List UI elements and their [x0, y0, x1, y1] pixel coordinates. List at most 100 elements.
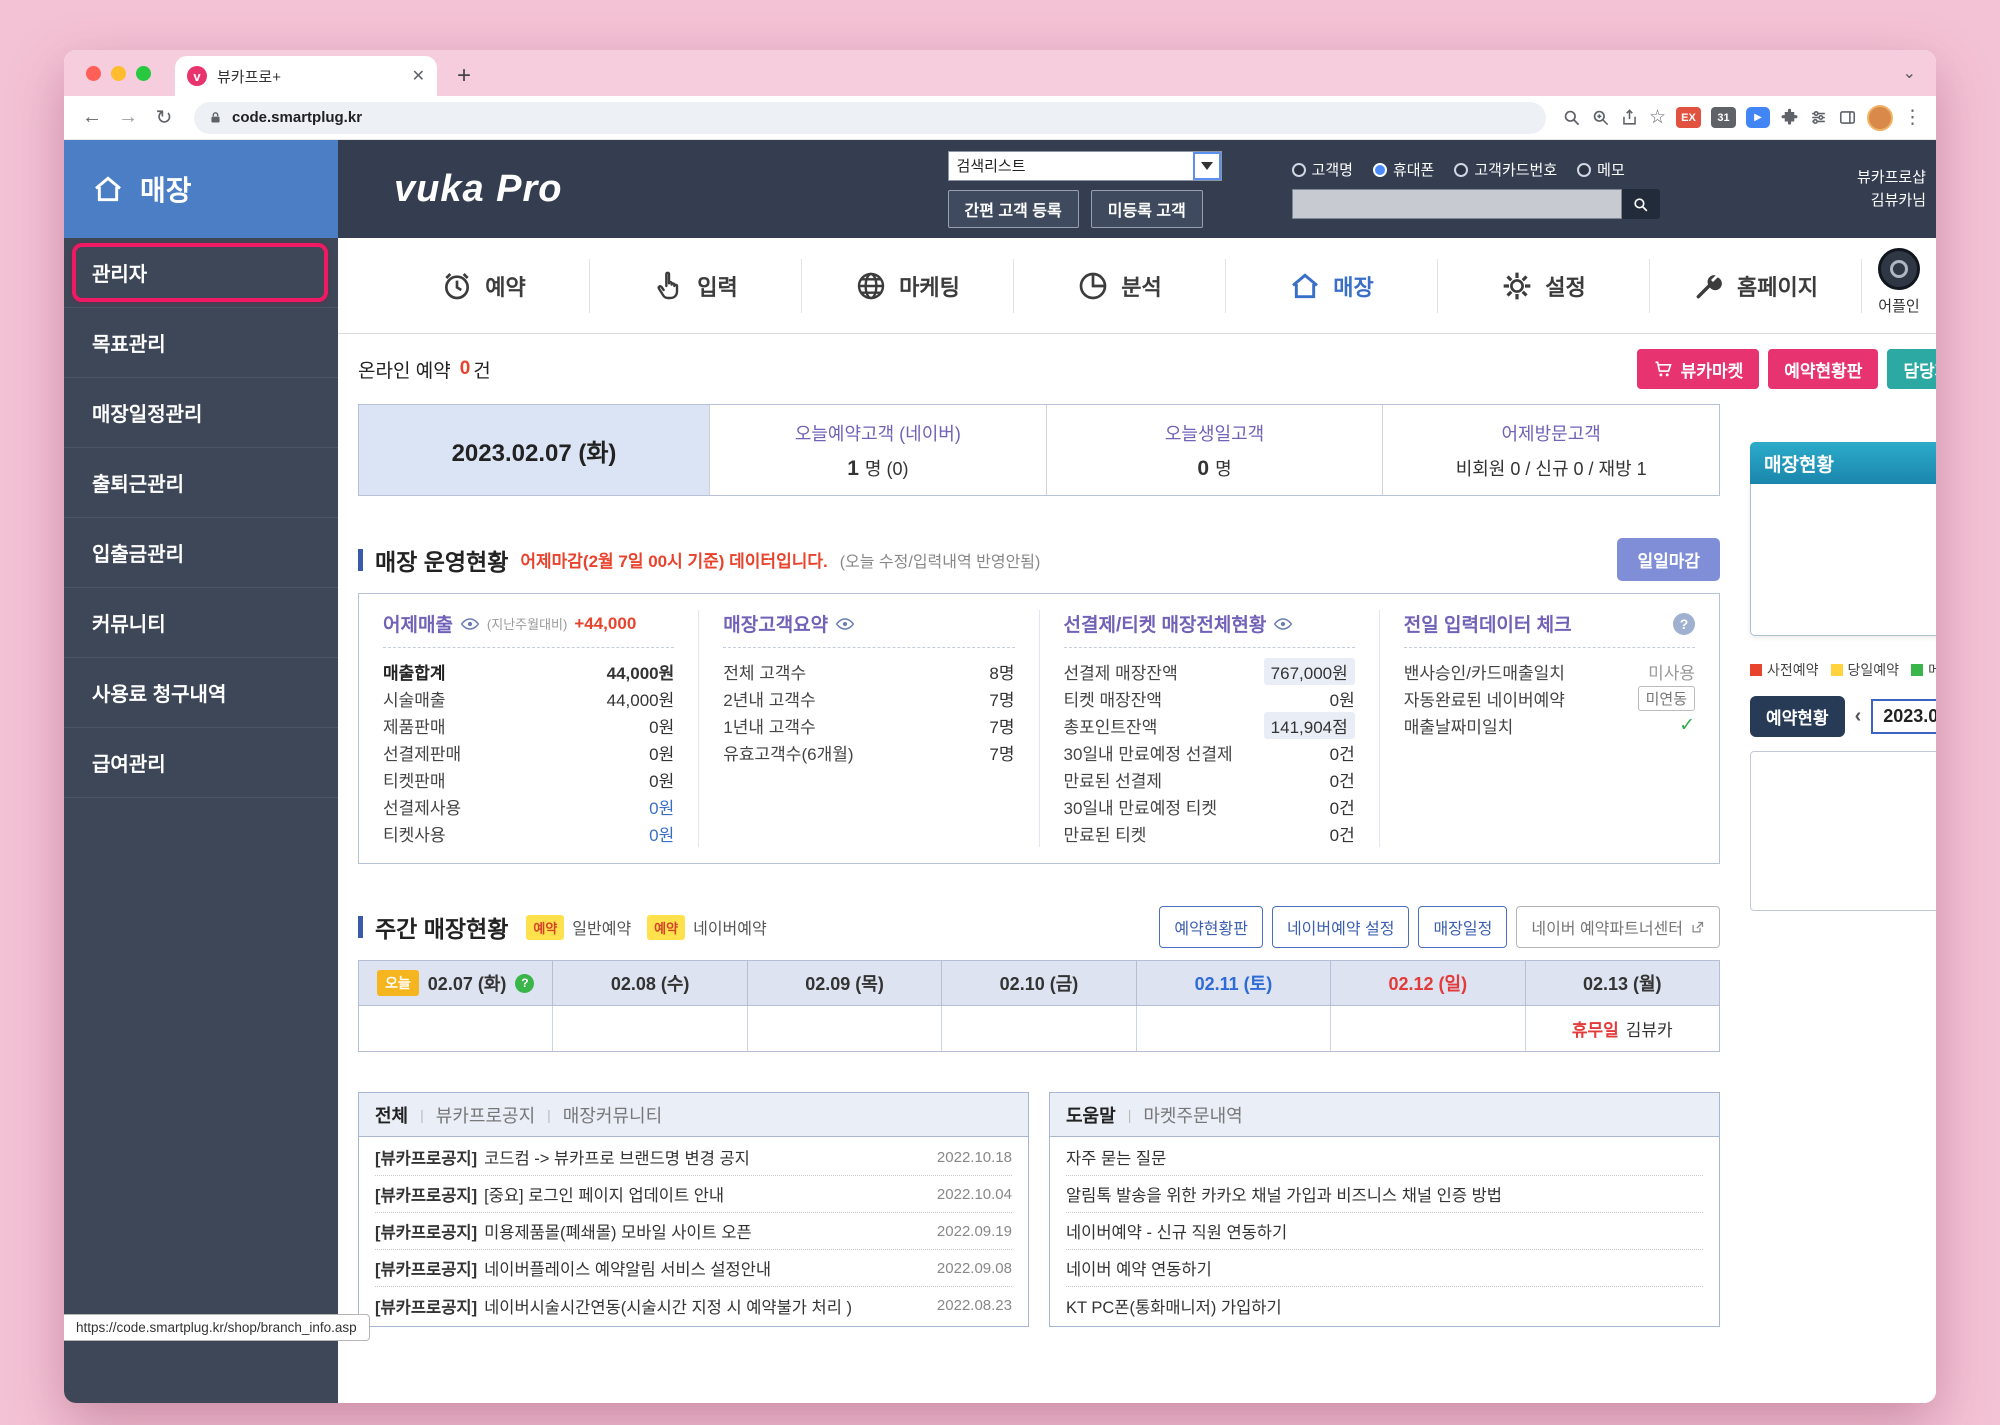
sidebar-item-cash[interactable]: 입출금관리 — [64, 518, 338, 588]
nav-input[interactable]: 입력 — [590, 259, 802, 313]
day-cell[interactable] — [1330, 1006, 1524, 1051]
share-icon[interactable] — [1620, 108, 1639, 127]
reservation-status-badge[interactable]: 예약현황 — [1750, 696, 1845, 737]
summary-cell-unit: 명 (0) — [865, 455, 909, 481]
quick-register-button[interactable]: 간편 고객 등록 — [948, 190, 1079, 228]
info-question-icon[interactable]: ? — [515, 974, 534, 993]
tab-help[interactable]: 도움말 — [1066, 1102, 1116, 1128]
help-item[interactable]: 자주 묻는 질문 — [1066, 1139, 1703, 1176]
forward-button[interactable]: → — [114, 104, 142, 132]
by-staff-button[interactable]: 담당자별 — [1887, 349, 1936, 389]
help-item[interactable]: 네이버 예약 연동하기 — [1066, 1250, 1703, 1287]
zoom-icon[interactable] — [1591, 108, 1610, 127]
nav-homepage[interactable]: 홈페이지 — [1650, 259, 1862, 313]
chevron-left-icon[interactable]: ‹ — [1855, 705, 1862, 728]
radio-card-number[interactable]: 고객카드번호 — [1454, 159, 1557, 180]
notice-item[interactable]: [뷰카프로공지][중요] 로그인 페이지 업데이트 안내2022.10.04 — [375, 1176, 1012, 1213]
radio-memo[interactable]: 메모 — [1577, 159, 1625, 180]
reservation-date-box[interactable]: 2023.0 — [1871, 699, 1936, 734]
new-tab-button[interactable]: + — [447, 59, 481, 93]
eye-icon[interactable] — [460, 614, 480, 634]
day-header[interactable]: 02.09 (목) — [747, 961, 941, 1005]
summary-cell-count: 1 — [847, 457, 859, 481]
naver-reservation-settings-button[interactable]: 네이버예약 설정 — [1272, 906, 1410, 948]
sidebar-item-attendance[interactable]: 출퇴근관리 — [64, 448, 338, 518]
tab-all[interactable]: 전체 — [375, 1102, 408, 1128]
reservation-board-link[interactable]: 예약현황판 — [1159, 906, 1263, 948]
bookmark-star-icon[interactable]: ☆ — [1649, 106, 1666, 129]
sidebar-item-community[interactable]: 커뮤니티 — [64, 588, 338, 658]
extensions-puzzle-icon[interactable] — [1780, 108, 1799, 127]
day-header[interactable]: 02.10 (금) — [941, 961, 1135, 1005]
day-cell[interactable] — [1136, 1006, 1330, 1051]
nav-marketing[interactable]: 마케팅 — [802, 259, 1014, 313]
nav-app-auth[interactable]: 어플인 — [1856, 248, 1936, 316]
sidebar-item-store-schedule[interactable]: 매장일정관리 — [64, 378, 338, 448]
search-icon[interactable] — [1562, 108, 1581, 127]
metric-label: 밴사승인/카드매출일치 — [1404, 659, 1565, 684]
sidebar-item-payroll[interactable]: 급여관리 — [64, 728, 338, 798]
day-cell[interactable] — [552, 1006, 746, 1051]
side-panel-icon[interactable] — [1838, 108, 1857, 127]
user-name[interactable]: 김뷰카님 — [1857, 189, 1926, 212]
store-schedule-button[interactable]: 매장일정 — [1418, 906, 1507, 948]
nav-store[interactable]: 매장 — [1226, 259, 1438, 313]
unregistered-customer-button[interactable]: 미등록 고객 — [1091, 190, 1203, 228]
day-header-sunday[interactable]: 02.12 (일) — [1330, 961, 1524, 1005]
search-list-select[interactable]: 검색리스트 — [948, 151, 1222, 181]
vuka-market-button[interactable]: 뷰카마켓 — [1637, 349, 1760, 389]
tab-list-chevron-icon[interactable]: ⌄ — [1903, 63, 1916, 83]
naver-partner-center-button[interactable]: 네이버 예약파트너센터 — [1516, 906, 1720, 948]
nav-reservation[interactable]: 예약 — [378, 259, 590, 313]
extension-calendar-icon[interactable]: 31 — [1711, 107, 1736, 128]
eye-icon[interactable] — [1273, 614, 1293, 634]
sidebar-item-admin[interactable]: 관리자 — [64, 238, 338, 308]
fullscreen-window-button[interactable] — [136, 66, 151, 81]
day-cell[interactable] — [747, 1006, 941, 1051]
nav-settings[interactable]: 설정 — [1438, 259, 1650, 313]
notice-item[interactable]: [뷰카프로공지]네이버플레이스 예약알림 서비스 설정안내2022.09.08 — [375, 1250, 1012, 1287]
help-item[interactable]: 네이버예약 - 신규 직원 연동하기 — [1066, 1213, 1703, 1250]
sliders-icon[interactable] — [1809, 108, 1828, 127]
sidebar-item-goals[interactable]: 목표관리 — [64, 308, 338, 378]
extension-video-icon[interactable]: ▶ — [1746, 107, 1770, 128]
tab-store-community[interactable]: 매장커뮤니티 — [563, 1102, 662, 1128]
tab-close-icon[interactable]: ✕ — [412, 66, 425, 86]
tab-market-orders[interactable]: 마켓주문내역 — [1143, 1102, 1242, 1128]
day-cell[interactable] — [941, 1006, 1135, 1051]
eye-icon[interactable] — [835, 614, 855, 634]
extension-ex-icon[interactable]: EX — [1676, 107, 1701, 128]
reservation-board-button[interactable]: 예약현황판 — [1768, 349, 1878, 389]
customer-search-button[interactable] — [1622, 189, 1660, 219]
day-cell-holiday[interactable]: 휴무일 김뷰카 — [1525, 1006, 1719, 1051]
nav-analysis[interactable]: 분석 — [1014, 259, 1226, 313]
notice-item[interactable]: [뷰카프로공지]네이버시술시간연동(시술시간 지정 시 예약불가 처리 )202… — [375, 1287, 1012, 1324]
day-cell[interactable] — [359, 1006, 552, 1051]
tab-vuka-notice[interactable]: 뷰카프로공지 — [436, 1102, 535, 1128]
reload-button[interactable]: ↻ — [150, 104, 178, 132]
notice-item[interactable]: [뷰카프로공지]코드컴 -> 뷰카프로 브랜드명 변경 공지2022.10.18 — [375, 1139, 1012, 1176]
select-dropdown-icon[interactable] — [1193, 152, 1221, 180]
close-window-button[interactable] — [86, 66, 101, 81]
back-button[interactable]: ← — [78, 104, 106, 132]
day-header[interactable]: 02.13 (월) — [1525, 961, 1719, 1005]
metric-value: 0원 — [1330, 686, 1355, 711]
browser-menu-icon[interactable]: ⋮ — [1903, 106, 1922, 129]
day-header[interactable]: 02.08 (수) — [552, 961, 746, 1005]
help-question-icon[interactable]: ? — [1673, 613, 1695, 635]
help-item[interactable]: 알림톡 발송을 위한 카카오 채널 가입과 비즈니스 채널 인증 방법 — [1066, 1176, 1703, 1213]
profile-avatar[interactable] — [1867, 105, 1893, 131]
daily-close-button[interactable]: 일일마감 — [1617, 538, 1720, 581]
day-header-today[interactable]: 오늘 02.07 (화) ? — [359, 961, 552, 1005]
help-item[interactable]: KT PC폰(통화매니저) 가입하기 — [1066, 1287, 1703, 1324]
browser-tab[interactable]: v 뷰카프로+ ✕ — [175, 56, 437, 96]
customer-search-input[interactable] — [1292, 189, 1622, 219]
minimize-window-button[interactable] — [111, 66, 126, 81]
notice-item[interactable]: [뷰카프로공지]미용제품몰(폐쇄몰) 모바일 사이트 오픈2022.09.19 — [375, 1213, 1012, 1250]
sidebar-item-billing[interactable]: 사용료 청구내역 — [64, 658, 338, 728]
radio-mobile[interactable]: 휴대폰 — [1373, 159, 1434, 180]
day-header-saturday[interactable]: 02.11 (토) — [1136, 961, 1330, 1005]
address-bar[interactable]: code.smartplug.kr — [194, 102, 1546, 134]
tab-separator: | — [1128, 1107, 1132, 1123]
radio-customer-name[interactable]: 고객명 — [1292, 159, 1353, 180]
